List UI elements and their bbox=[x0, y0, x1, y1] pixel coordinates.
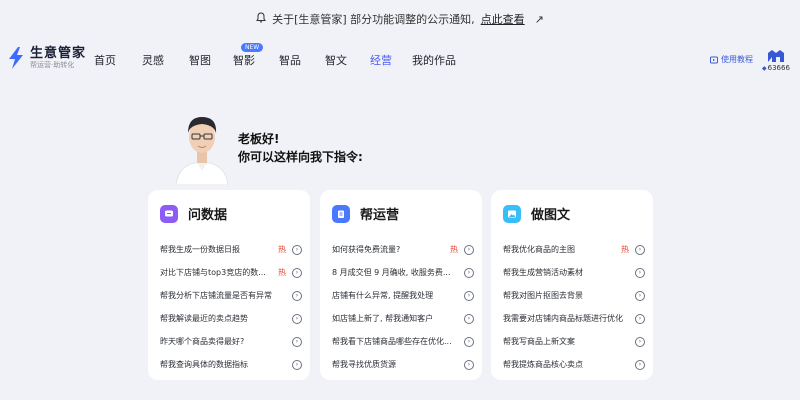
prompt-text: 帮我看下店铺商品哪些存在优化... bbox=[332, 337, 452, 346]
card-help-operation: 帮运营 如何获得免费流量? 热 › 8 月成交但 9 月确收, 收服务费... › 店… bbox=[320, 190, 482, 380]
chevron-right-icon: › bbox=[635, 313, 645, 324]
menu-item-inspiration[interactable]: 灵感 bbox=[142, 52, 164, 68]
prompt-item[interactable]: 帮我提炼商品核心卖点 › bbox=[503, 353, 645, 376]
prompt-text: 对比下店铺与top3竞店的数... bbox=[160, 268, 266, 277]
user-avatar-icon bbox=[767, 50, 784, 62]
prompt-item[interactable]: 店铺有什么异常, 提醒我处理 › bbox=[332, 284, 474, 307]
prompt-item[interactable]: 帮我对图片抠图去背景 › bbox=[503, 284, 645, 307]
logo-subtitle: 帮运营·助转化 bbox=[30, 61, 75, 69]
notice-text: 关于[生意管家] 部分功能调整的公示通知, bbox=[272, 13, 475, 26]
prompt-item[interactable]: 对比下店铺与top3竞店的数... 热 › bbox=[160, 261, 302, 284]
points-badge: ◆ 63666 bbox=[762, 64, 790, 72]
card-image-text: 做图文 帮我优化商品的主图热 › 帮我生成营销活动素材 › 帮我对图片抠图去背景 › … bbox=[491, 190, 653, 380]
hot-badge: 热 bbox=[450, 245, 458, 254]
chevron-right-icon: › bbox=[292, 359, 302, 370]
prompt-text: 昨天哪个商品卖得最好? bbox=[160, 337, 245, 346]
chevron-right-icon: › bbox=[635, 267, 645, 278]
prompt-item[interactable]: 如店铺上新了, 帮我通知客户 › bbox=[332, 307, 474, 330]
prompt-text: 帮我写商品上新文案 bbox=[503, 337, 575, 346]
image-icon bbox=[503, 204, 521, 223]
prompt-text: 帮我对图片抠图去背景 bbox=[503, 291, 583, 300]
prompt-text: 帮我优化商品的主图 bbox=[503, 245, 575, 254]
prompt-item[interactable]: 8 月成交但 9 月确收, 收服务费... › bbox=[332, 261, 474, 284]
menu-item-smart-video-label: 智影 bbox=[233, 54, 255, 67]
main-menu: 首页 灵感 智图 智影 NEW 智品 智文 经营 我的作品 bbox=[94, 43, 456, 68]
notice-link[interactable]: 点此查看 bbox=[481, 11, 525, 27]
card-title: 问数据 bbox=[188, 208, 228, 223]
menu-item-smart-image[interactable]: 智图 bbox=[189, 52, 211, 68]
prompt-text: 店铺有什么异常, 提醒我处理 bbox=[332, 291, 434, 300]
logo[interactable]: 生意管家 帮运营·助转化 bbox=[6, 46, 86, 70]
diamond-icon: ◆ bbox=[762, 64, 767, 72]
chevron-right-icon: › bbox=[292, 313, 302, 324]
chat-icon bbox=[160, 204, 178, 223]
prompt-item[interactable]: 我需要对店铺内商品标题进行优化 › bbox=[503, 307, 645, 330]
greeting: 老板好! 你可以这样向我下指令: bbox=[238, 130, 363, 166]
chevron-right-icon: › bbox=[464, 336, 474, 347]
help-tutorial-link[interactable]: 使用教程 bbox=[710, 54, 753, 65]
chevron-right-icon: › bbox=[292, 290, 302, 301]
prompt-text: 帮我分析下店铺流量是否有异常 bbox=[160, 291, 272, 300]
prompt-item[interactable]: 帮我优化商品的主图 热 › bbox=[503, 238, 645, 261]
prompt-item[interactable]: 帮我生成一份数据日报 热 › bbox=[160, 238, 302, 261]
chevron-right-icon: › bbox=[464, 290, 474, 301]
prompt-text: 帮我查询具体的数据指标 bbox=[160, 360, 248, 369]
bell-icon bbox=[256, 12, 267, 26]
prompt-item[interactable]: 帮我写商品上新文案 › bbox=[503, 330, 645, 353]
prompt-text: 8 月成交但 9 月确收, 收服务费... bbox=[332, 268, 451, 277]
chevron-right-icon: › bbox=[635, 359, 645, 370]
chevron-right-icon: › bbox=[464, 267, 474, 278]
hot-badge: 热 bbox=[278, 245, 286, 254]
chevron-right-icon: › bbox=[464, 244, 474, 255]
menu-item-smart-product[interactable]: 智品 bbox=[279, 52, 301, 68]
chevron-right-icon: › bbox=[464, 313, 474, 324]
chevron-right-icon: › bbox=[292, 267, 302, 278]
prompt-text: 我需要对店铺内商品标题进行优化 bbox=[503, 314, 623, 323]
points-value: 63666 bbox=[767, 64, 790, 72]
chevron-right-icon: › bbox=[635, 290, 645, 301]
prompt-item[interactable]: 如何获得免费流量? 热 › bbox=[332, 238, 474, 261]
hot-badge: 热 bbox=[278, 268, 286, 277]
hot-badge: 热 bbox=[621, 245, 629, 254]
notice-bar: 关于[生意管家] 部分功能调整的公示通知, 点此查看 ↗ bbox=[0, 0, 800, 38]
prompt-text: 如何获得免费流量? bbox=[332, 245, 401, 254]
tutorial-icon bbox=[710, 56, 718, 63]
greeting-line2: 你可以这样向我下指令: bbox=[238, 150, 363, 164]
menu-item-smart-video[interactable]: 智影 NEW bbox=[233, 43, 264, 68]
card-title: 帮运营 bbox=[360, 208, 400, 223]
menu-item-operation[interactable]: 经营 bbox=[370, 52, 392, 68]
menu-item-my-works[interactable]: 我的作品 bbox=[412, 52, 456, 68]
clipboard-icon bbox=[332, 204, 350, 223]
help-tutorial-label: 使用教程 bbox=[721, 55, 753, 64]
card-title: 做图文 bbox=[531, 208, 571, 223]
new-badge: NEW bbox=[241, 43, 264, 52]
prompt-item[interactable]: 帮我生成营销活动素材 › bbox=[503, 261, 645, 284]
prompt-text: 帮我生成营销活动素材 bbox=[503, 268, 583, 277]
user-account[interactable]: ◆ 63666 bbox=[762, 48, 790, 72]
lightning-logo-icon bbox=[9, 47, 23, 69]
menu-item-home[interactable]: 首页 bbox=[94, 52, 116, 68]
prompt-item[interactable]: 帮我看下店铺商品哪些存在优化... › bbox=[332, 330, 474, 353]
chevron-right-icon: › bbox=[464, 359, 474, 370]
prompt-item[interactable]: 昨天哪个商品卖得最好? › bbox=[160, 330, 302, 353]
prompt-text: 帮我生成一份数据日报 bbox=[160, 245, 240, 254]
logo-title: 生意管家 bbox=[30, 46, 87, 61]
prompt-item[interactable]: 帮我寻找优质货源 › bbox=[332, 353, 474, 376]
prompt-text: 帮我寻找优质货源 bbox=[332, 360, 396, 369]
external-link-icon[interactable]: ↗ bbox=[535, 13, 544, 26]
prompt-item[interactable]: 帮我查询具体的数据指标 › bbox=[160, 353, 302, 376]
card-ask-data: 问数据 帮我生成一份数据日报热 › 对比下店铺与top3竞店的数... 热 › 帮我分… bbox=[148, 190, 310, 380]
assistant-avatar bbox=[175, 117, 229, 185]
chevron-right-icon: › bbox=[635, 244, 645, 255]
prompt-item[interactable]: 帮我分析下店铺流量是否有异常 › bbox=[160, 284, 302, 307]
prompt-item[interactable]: 帮我解读最近的卖点趋势 › bbox=[160, 307, 302, 330]
chevron-right-icon: › bbox=[635, 336, 645, 347]
chevron-right-icon: › bbox=[292, 244, 302, 255]
greeting-line1: 老板好! bbox=[238, 132, 280, 146]
prompt-text: 帮我解读最近的卖点趋势 bbox=[160, 314, 248, 323]
chevron-right-icon: › bbox=[292, 336, 302, 347]
prompt-text: 帮我提炼商品核心卖点 bbox=[503, 360, 583, 369]
prompt-text: 如店铺上新了, 帮我通知客户 bbox=[332, 314, 434, 323]
menu-item-smart-text[interactable]: 智文 bbox=[325, 52, 347, 68]
